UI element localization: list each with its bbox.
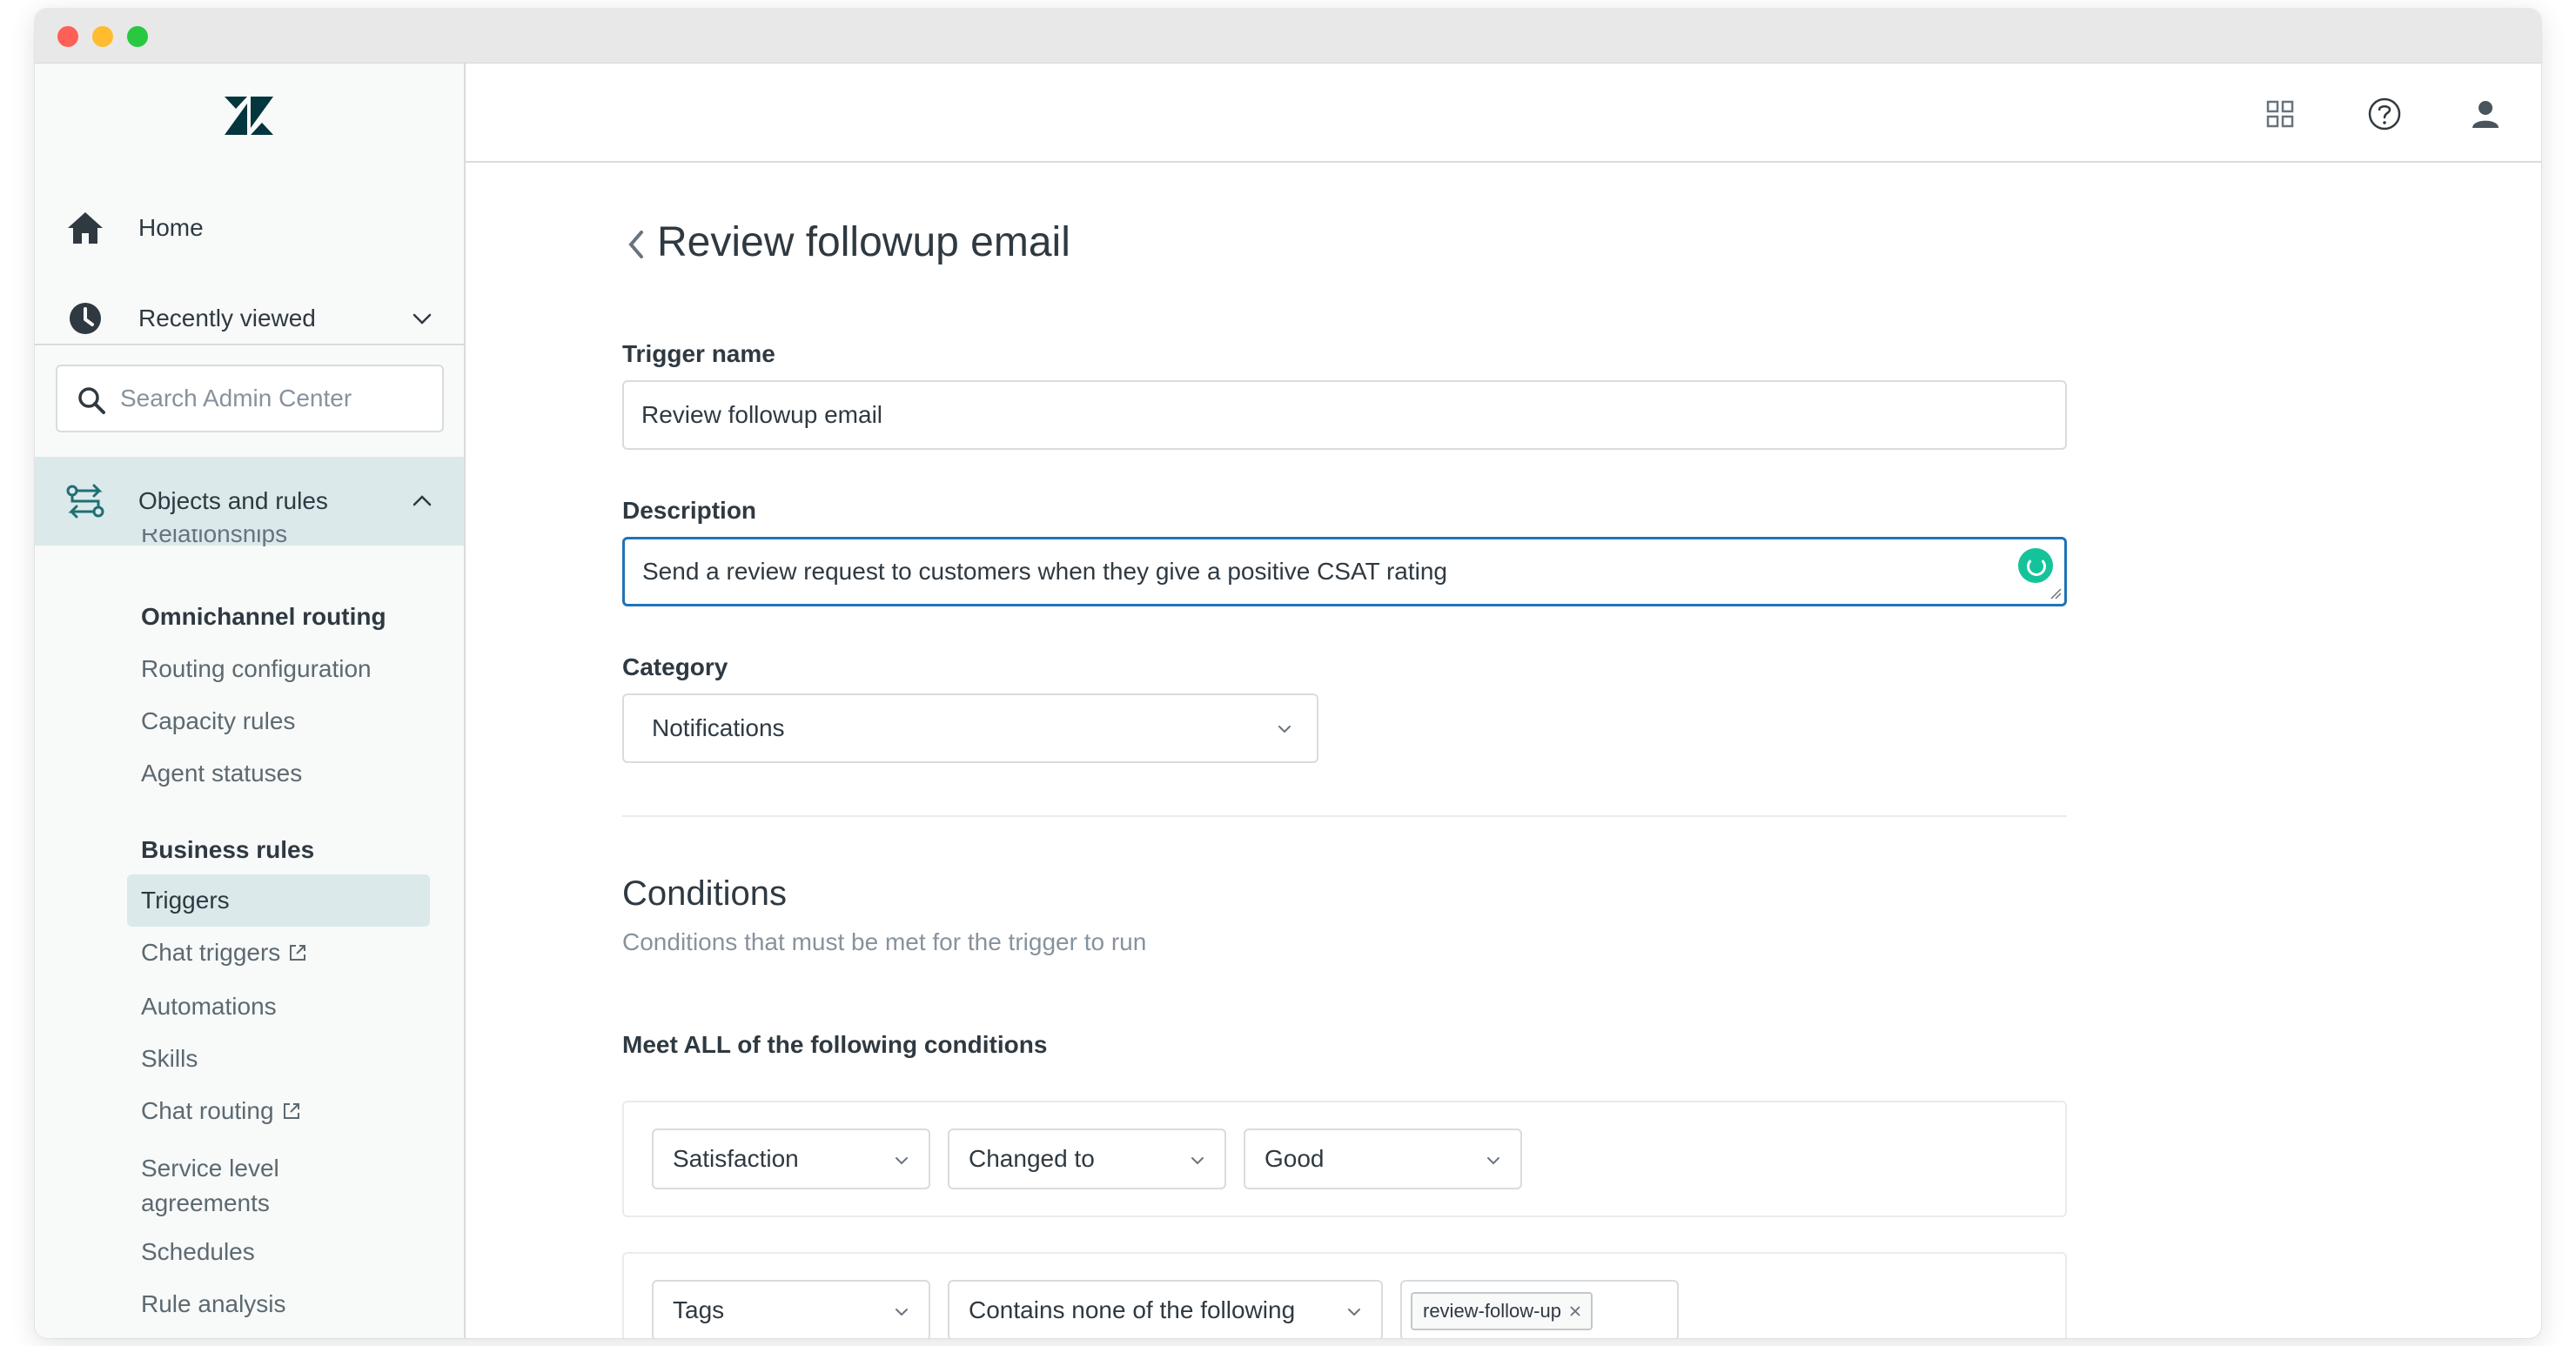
chevron-down-icon: [1487, 1157, 1499, 1165]
trigger-name-label: Trigger name: [622, 340, 775, 367]
sidebar-item-label: Chat routing: [141, 1097, 274, 1124]
condition-row: Tags Contains none of the following revi…: [622, 1252, 2067, 1338]
condition-value: Good: [1265, 1145, 1325, 1172]
sidebar-item-routing-configuration[interactable]: Routing configuration: [141, 655, 372, 683]
condition-operator-value: Changed to: [969, 1145, 1095, 1172]
main-content: Review followup email Trigger name Descr…: [466, 163, 2541, 1338]
chevron-down-icon[interactable]: [410, 306, 434, 331]
zendesk-logo-icon[interactable]: [225, 97, 273, 135]
sidebar-item-label: Objects and rules: [138, 487, 328, 514]
sidebar-item-automations[interactable]: Automations: [141, 993, 277, 1021]
sidebar-heading-omnichannel: Omnichannel routing: [141, 603, 386, 630]
category-label: Category: [622, 653, 728, 680]
sidebar-item-label: Service level: [141, 1155, 279, 1182]
conditions-subtitle: Conditions that must be met for the trig…: [622, 928, 1147, 955]
chevron-down-icon: [1278, 726, 1291, 733]
browser-window: Home Recently viewed Search Admin Center…: [35, 9, 2541, 1338]
resize-handle-icon[interactable]: [2049, 587, 2062, 599]
external-link-icon: [283, 1103, 299, 1119]
description-textarea[interactable]: [622, 537, 2067, 606]
screen: Home Recently viewed Search Admin Center…: [0, 0, 2576, 1346]
search-icon: [78, 387, 105, 414]
page-header: Review followup email: [622, 218, 1070, 266]
close-window-button[interactable]: [57, 26, 78, 47]
chevron-left-icon[interactable]: [622, 224, 648, 262]
window-titlebar: [35, 9, 2541, 64]
grammarly-icon[interactable]: [2018, 548, 2053, 583]
page-title: Review followup email: [657, 219, 1070, 265]
sidebar-item-label: agreements: [141, 1189, 270, 1216]
admin-sidebar: Home Recently viewed Search Admin Center…: [35, 64, 466, 1338]
sidebar-item-chat-triggers[interactable]: Chat triggers: [141, 939, 308, 967]
conditions-title: Conditions: [622, 874, 788, 913]
maximize-window-button[interactable]: [127, 26, 148, 47]
search-input[interactable]: [118, 373, 432, 424]
meet-all-label: Meet ALL of the following conditions: [622, 1031, 1048, 1058]
sidebar-item-label: Recently viewed: [138, 305, 316, 331]
sidebar-item-home[interactable]: Home: [35, 196, 464, 260]
minimize-window-button[interactable]: [92, 26, 113, 47]
sidebar-item-schedules[interactable]: Schedules: [141, 1238, 255, 1266]
sidebar-item-chat-routing[interactable]: Chat routing: [141, 1097, 302, 1125]
chevron-up-icon[interactable]: [410, 489, 434, 513]
help-icon[interactable]: [2367, 97, 2402, 131]
condition-field-value: Satisfaction: [673, 1145, 799, 1172]
description-label: Description: [622, 497, 757, 524]
category-value: Notifications: [652, 714, 785, 741]
chevron-down-icon: [1348, 1309, 1360, 1316]
clock-icon: [64, 298, 106, 339]
chevron-down-icon: [1191, 1157, 1204, 1165]
sidebar-item-label: Triggers: [141, 887, 230, 914]
home-icon: [64, 207, 106, 249]
category-select[interactable]: Notifications: [622, 693, 1318, 763]
sidebar-item-agent-statuses[interactable]: Agent statuses: [141, 760, 302, 787]
admin-search: [56, 365, 444, 432]
tags-input[interactable]: review-follow-up: [1400, 1280, 1679, 1338]
tag-chip: review-follow-up: [1411, 1292, 1593, 1330]
sidebar-item-triggers[interactable]: Triggers: [127, 874, 430, 927]
sidebar-item-relationships[interactable]: Relationships: [141, 529, 287, 546]
close-icon[interactable]: [1568, 1304, 1582, 1318]
objects-rules-icon: [64, 480, 106, 522]
sidebar-item-recently-viewed[interactable]: Recently viewed: [35, 286, 464, 351]
condition-operator-select[interactable]: Contains none of the following: [948, 1280, 1383, 1338]
user-avatar-icon[interactable]: [2468, 97, 2503, 131]
sidebar-heading-business-rules: Business rules: [141, 836, 315, 863]
condition-operator-select[interactable]: Changed to: [948, 1128, 1226, 1189]
product-tray-icon[interactable]: [2263, 97, 2298, 131]
chevron-down-icon: [896, 1309, 908, 1316]
trigger-name-input[interactable]: [622, 380, 2067, 450]
tag-label: review-follow-up: [1423, 1300, 1561, 1322]
sidebar-divider: [35, 344, 464, 345]
condition-row: Satisfaction Changed to Good: [622, 1101, 2067, 1217]
condition-operator-value: Contains none of the following: [969, 1296, 1296, 1323]
sidebar-item-label: Home: [138, 214, 204, 241]
chevron-down-icon: [896, 1157, 908, 1165]
top-bar: [466, 64, 2541, 163]
sidebar-item-label: Chat triggers: [141, 939, 281, 966]
section-divider: [622, 815, 2067, 817]
condition-field-select[interactable]: Tags: [652, 1280, 930, 1338]
condition-field-select[interactable]: Satisfaction: [652, 1128, 930, 1189]
sidebar-item-skills[interactable]: Skills: [141, 1045, 198, 1073]
condition-value-select[interactable]: Good: [1244, 1128, 1522, 1189]
sidebar-item-capacity-rules[interactable]: Capacity rules: [141, 707, 295, 735]
sidebar-item-service-level-agreements[interactable]: Service level agreements: [141, 1151, 279, 1221]
condition-field-value: Tags: [673, 1296, 725, 1323]
external-link-icon: [290, 945, 306, 961]
sidebar-item-rule-analysis[interactable]: Rule analysis: [141, 1290, 286, 1318]
